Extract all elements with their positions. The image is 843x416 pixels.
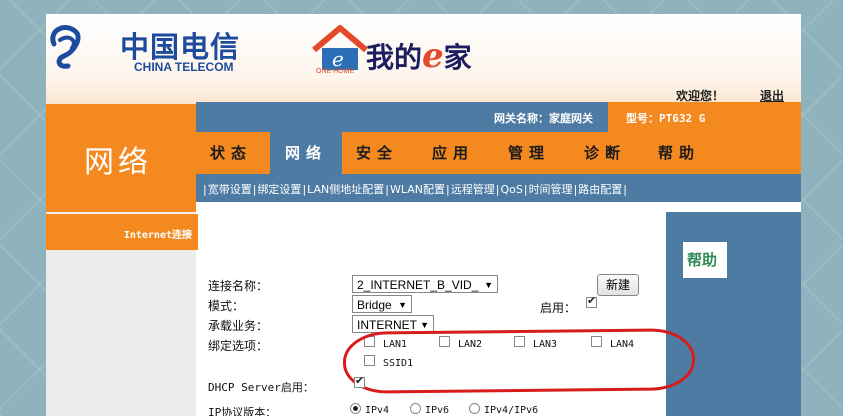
ehome-title-suffix: 家 xyxy=(443,41,472,74)
bind-options-label: 绑定选项： xyxy=(208,339,269,353)
connection-name-label: 连接名称： xyxy=(208,279,269,293)
tab-help[interactable]: 帮助 xyxy=(658,132,718,174)
subnav-remote-management[interactable]: 远程管理 xyxy=(451,183,495,196)
tab-diagnostics[interactable]: 诊断 xyxy=(584,132,644,174)
subnav-broadband[interactable]: 宽带设置 xyxy=(208,183,252,196)
sub-nav: |宽带设置|绑定设置|LAN侧地址配置|WLAN配置|远程管理|QoS|时间管理… xyxy=(196,174,801,202)
ehome-logo: e ONE HOME 我的e家 xyxy=(306,24,546,94)
service-label: 承载业务： xyxy=(208,319,269,333)
router-admin-page: 中国电信 CHINA TELECOM e ONE HOME 我的e家 欢迎您！ … xyxy=(46,14,801,416)
ipv6-label: IPv6 xyxy=(425,405,450,416)
subnav-qos[interactable]: QoS xyxy=(500,183,522,196)
subnav-lan-address[interactable]: LAN侧地址配置 xyxy=(307,183,384,196)
main-nav: 状态 网络 安全 应用 管理 诊断 帮助 xyxy=(196,132,801,174)
sidebar-item-internet[interactable]: Internet连接 xyxy=(46,214,198,250)
subnav-time[interactable]: 时间管理 xyxy=(529,183,573,196)
model-name: 型号：PT632 G xyxy=(626,112,706,125)
connection-name-select[interactable]: 2_INTERNET_B_VID_ ▼ xyxy=(352,275,498,293)
ehome-tag: ONE HOME xyxy=(316,68,355,75)
ipv6-radio[interactable] xyxy=(410,403,421,414)
ipv4-radio[interactable] xyxy=(350,403,361,414)
top-banner: 中国电信 CHINA TELECOM e ONE HOME 我的e家 欢迎您！ … xyxy=(46,14,801,104)
highlight-annotation xyxy=(342,328,696,394)
tab-applications[interactable]: 应用 xyxy=(432,132,492,174)
chevron-down-icon: ▼ xyxy=(398,300,407,310)
model-box: 型号：PT632 G xyxy=(608,102,801,132)
tab-management[interactable]: 管理 xyxy=(508,132,568,174)
new-connection-button[interactable]: 新建 xyxy=(597,274,639,296)
mode-value: Bridge xyxy=(357,298,392,312)
tab-status[interactable]: 状态 xyxy=(204,132,268,174)
enable-checkbox[interactable] xyxy=(586,294,597,308)
enable-label: 启用： xyxy=(540,301,577,315)
connection-name-value: 2_INTERNET_B_VID_ xyxy=(357,278,479,292)
subnav-binding[interactable]: 绑定设置 xyxy=(257,183,301,196)
dhcp-label: DHCP Server启用： xyxy=(208,381,314,394)
chevron-down-icon: ▼ xyxy=(484,280,493,290)
gateway-name: 网关名称：家庭网关 xyxy=(494,112,593,125)
subnav-wlan[interactable]: WLAN配置 xyxy=(390,183,445,196)
help-box: 帮助 xyxy=(683,242,727,278)
tab-security[interactable]: 安全 xyxy=(356,132,416,174)
mode-select[interactable]: Bridge ▼ xyxy=(352,295,412,313)
mode-label: 模式： xyxy=(208,299,245,313)
page-title: 网络 xyxy=(84,145,152,180)
ipv4-ipv6-label: IPv4/IPv6 xyxy=(484,405,539,416)
help-title: 帮助 xyxy=(687,251,718,269)
telecom-name-en: CHINA TELECOM xyxy=(134,60,234,74)
subnav-routing[interactable]: 路由配置 xyxy=(578,183,622,196)
ehome-title-prefix: 我的 xyxy=(366,41,423,74)
tab-network[interactable]: 网络 xyxy=(270,132,342,174)
ipv4-ipv6-radio[interactable] xyxy=(469,403,480,414)
ehome-title-e: e xyxy=(422,36,444,76)
service-value: INTERNET xyxy=(357,318,417,332)
ip-version-label: IP协议版本： xyxy=(208,406,277,416)
sidebar-item-label: Internet连接 xyxy=(123,230,192,241)
section-heading-block: 网络 xyxy=(46,104,196,212)
ehome-title: 我的e家 xyxy=(366,36,472,76)
dhcp-checkbox[interactable] xyxy=(354,374,365,388)
ipv4-label: IPv4 xyxy=(365,405,390,416)
gateway-info-bar: 网关名称：家庭网关 型号：PT632 G xyxy=(196,102,801,132)
